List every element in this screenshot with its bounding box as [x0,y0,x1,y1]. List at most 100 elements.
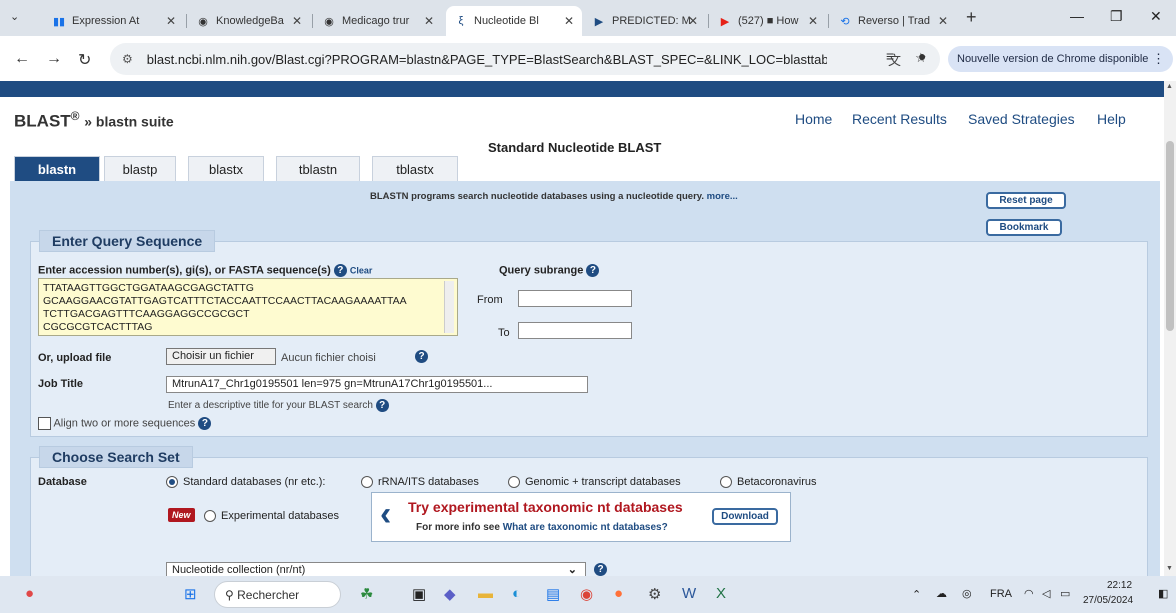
page-scrollbar[interactable]: ▲ ▼ [1164,81,1176,576]
scroll-down-icon[interactable]: ▼ [1166,565,1173,572]
settings-icon[interactable]: ⚙ [648,585,661,603]
db-option-experimental[interactable]: Experimental databases [204,510,339,523]
scroll-up-icon[interactable]: ▲ [1166,83,1173,90]
from-input[interactable] [518,290,632,307]
db-option-rrna[interactable]: rRNA/ITS databases [361,476,479,489]
search-set-panel: Choose Search Set Database Standard data… [30,446,1148,576]
file-explorer-icon[interactable]: ▬ [478,585,493,602]
reading-list-icon[interactable]: ≡ [886,48,894,64]
task-view-icon[interactable]: ▣ [412,585,426,603]
window-close-button[interactable]: ✕ [1150,8,1162,25]
chrome-update-button[interactable]: Nouvelle version de Chrome disponible ⋮ [948,46,1173,72]
windows-start-icon[interactable]: ⊞ [184,585,197,603]
excel-icon[interactable]: X [716,585,726,602]
job-title-hint: Enter a descriptive title for your BLAST… [168,399,389,412]
widgets-icon[interactable]: ● [25,585,34,602]
link-home[interactable]: Home [795,111,832,127]
cloud-icon[interactable]: ☁ [936,587,947,600]
tab-predicted[interactable]: ▶ PREDICTED: M ✕ [584,6,706,36]
forward-icon[interactable]: → [46,50,62,68]
textarea-scrollbar[interactable] [444,281,454,333]
tab-label: Reverso | Trad [858,15,930,27]
tab-reverso[interactable]: ⟲ Reverso | Trad ✕ [830,6,956,36]
notification-icon[interactable]: ◧ [1158,587,1168,600]
radio-selected[interactable] [166,476,178,489]
promo-link[interactable]: What are taxonomic nt databases? [503,522,668,533]
scroll-thumb[interactable] [1166,141,1174,331]
more-link[interactable]: more... [707,191,738,202]
radio[interactable] [204,510,216,523]
tab-blastx[interactable]: blastx [188,156,264,182]
tab-search-icon[interactable]: ⌄ [10,10,19,23]
close-icon[interactable]: ✕ [938,14,948,28]
help-icon[interactable]: ? [415,350,428,363]
radio[interactable] [361,476,373,489]
help-icon[interactable]: ? [375,399,389,412]
tab-blastp[interactable]: blastp [104,156,176,182]
clock-time[interactable]: 22:12 [1107,580,1132,591]
close-icon[interactable]: ✕ [424,14,434,28]
radio[interactable] [720,476,732,489]
align-label[interactable]: Align two or more sequences [53,417,195,429]
edge-icon[interactable]: ◐ [512,585,521,602]
chrome-icon[interactable]: ◉ [580,585,593,603]
word-icon[interactable]: W [682,585,696,602]
minimize-button[interactable]: — [1070,8,1084,24]
link-help[interactable]: Help [1097,111,1126,127]
db-option-genomic[interactable]: Genomic + transcript databases [508,476,681,489]
download-button[interactable]: Download [712,508,778,525]
restore-button[interactable]: ❐ [1110,8,1123,25]
bookmark-button[interactable]: Bookmark [986,219,1062,236]
eye-icon[interactable]: ◎ [962,587,972,600]
db-option-standard[interactable]: Standard databases (nr etc.): [166,476,325,489]
tab-medicago[interactable]: ◉ Medicago trur ✕ [314,6,442,36]
wifi-icon[interactable]: ◠ [1024,587,1034,600]
address-bar[interactable]: ⚙ blast.ncbi.nlm.nih.gov/Blast.cgi?PROGR… [110,43,940,75]
collection-select[interactable]: Nucleotide collection (nr/nt) ⌄ [166,562,586,576]
volume-icon[interactable]: ◁ [1042,587,1050,600]
link-saved-strategies[interactable]: Saved Strategies [968,111,1075,127]
help-icon[interactable]: ? [333,264,347,277]
clear-link[interactable]: Clear [350,265,373,275]
reload-icon[interactable]: ↻ [78,50,91,70]
teams-icon[interactable]: ◆ [444,585,456,603]
tab-knowledgebase[interactable]: ◉ KnowledgeBa ✕ [188,6,310,36]
tab-blastn[interactable]: blastn [14,156,100,182]
more-vert-icon[interactable]: ⋮ [1152,51,1165,67]
tab-expression-atlas[interactable]: ▮▮ Expression At ✕ [44,6,184,36]
chevron-up-icon[interactable]: ⌃ [912,588,921,601]
new-tab-button[interactable]: + [966,7,977,28]
back-icon[interactable]: ← [14,50,30,68]
profile-avatar-icon[interactable]: ● [918,48,926,64]
close-icon[interactable]: ✕ [808,14,818,28]
tab-tblastx[interactable]: tblastx [372,156,458,182]
align-checkbox[interactable] [38,417,51,430]
link-recent-results[interactable]: Recent Results [852,111,947,127]
firefox-icon[interactable]: ● [614,585,623,602]
help-icon[interactable]: ? [198,417,212,430]
tab-youtube[interactable]: ▶ (527) ■ How ✕ [710,6,826,36]
site-settings-icon[interactable]: ⚙ [122,52,133,66]
help-icon[interactable]: ? [586,264,600,277]
close-icon[interactable]: ✕ [688,14,698,28]
sequence-textarea[interactable]: TTATAAGTTGGCTGGATAAGCGAGCTATTG GCAAGGAAC… [38,278,458,336]
reset-page-button[interactable]: Reset page [986,192,1066,209]
palm-tree-icon[interactable]: ☘ [360,585,373,603]
help-icon[interactable]: ? [594,563,607,576]
to-input[interactable] [518,322,632,339]
radio[interactable] [508,476,520,489]
tab-tblastn[interactable]: tblastn [276,156,360,182]
store-icon[interactable]: ▤ [546,585,560,603]
job-title-input[interactable]: MtrunA17_Chr1g0195501 len=975 gn=MtrunA1… [166,376,588,393]
tab-nucleotide-blast[interactable]: ξ Nucleotide Bl ✕ [446,6,582,36]
battery-icon[interactable]: ▭ [1060,587,1070,600]
taskbar-search[interactable]: ⚲ Rechercher [214,581,341,608]
clock-date[interactable]: 27/05/2024 [1083,595,1133,606]
choose-file-button[interactable]: Choisir un fichier [166,348,276,365]
brand-name: BLAST [14,111,71,131]
close-icon[interactable]: ✕ [166,14,176,28]
close-icon[interactable]: ✕ [292,14,302,28]
language-indicator[interactable]: FRA [990,588,1012,600]
close-icon[interactable]: ✕ [564,14,574,28]
db-option-betacoronavirus[interactable]: Betacoronavirus [720,476,817,489]
